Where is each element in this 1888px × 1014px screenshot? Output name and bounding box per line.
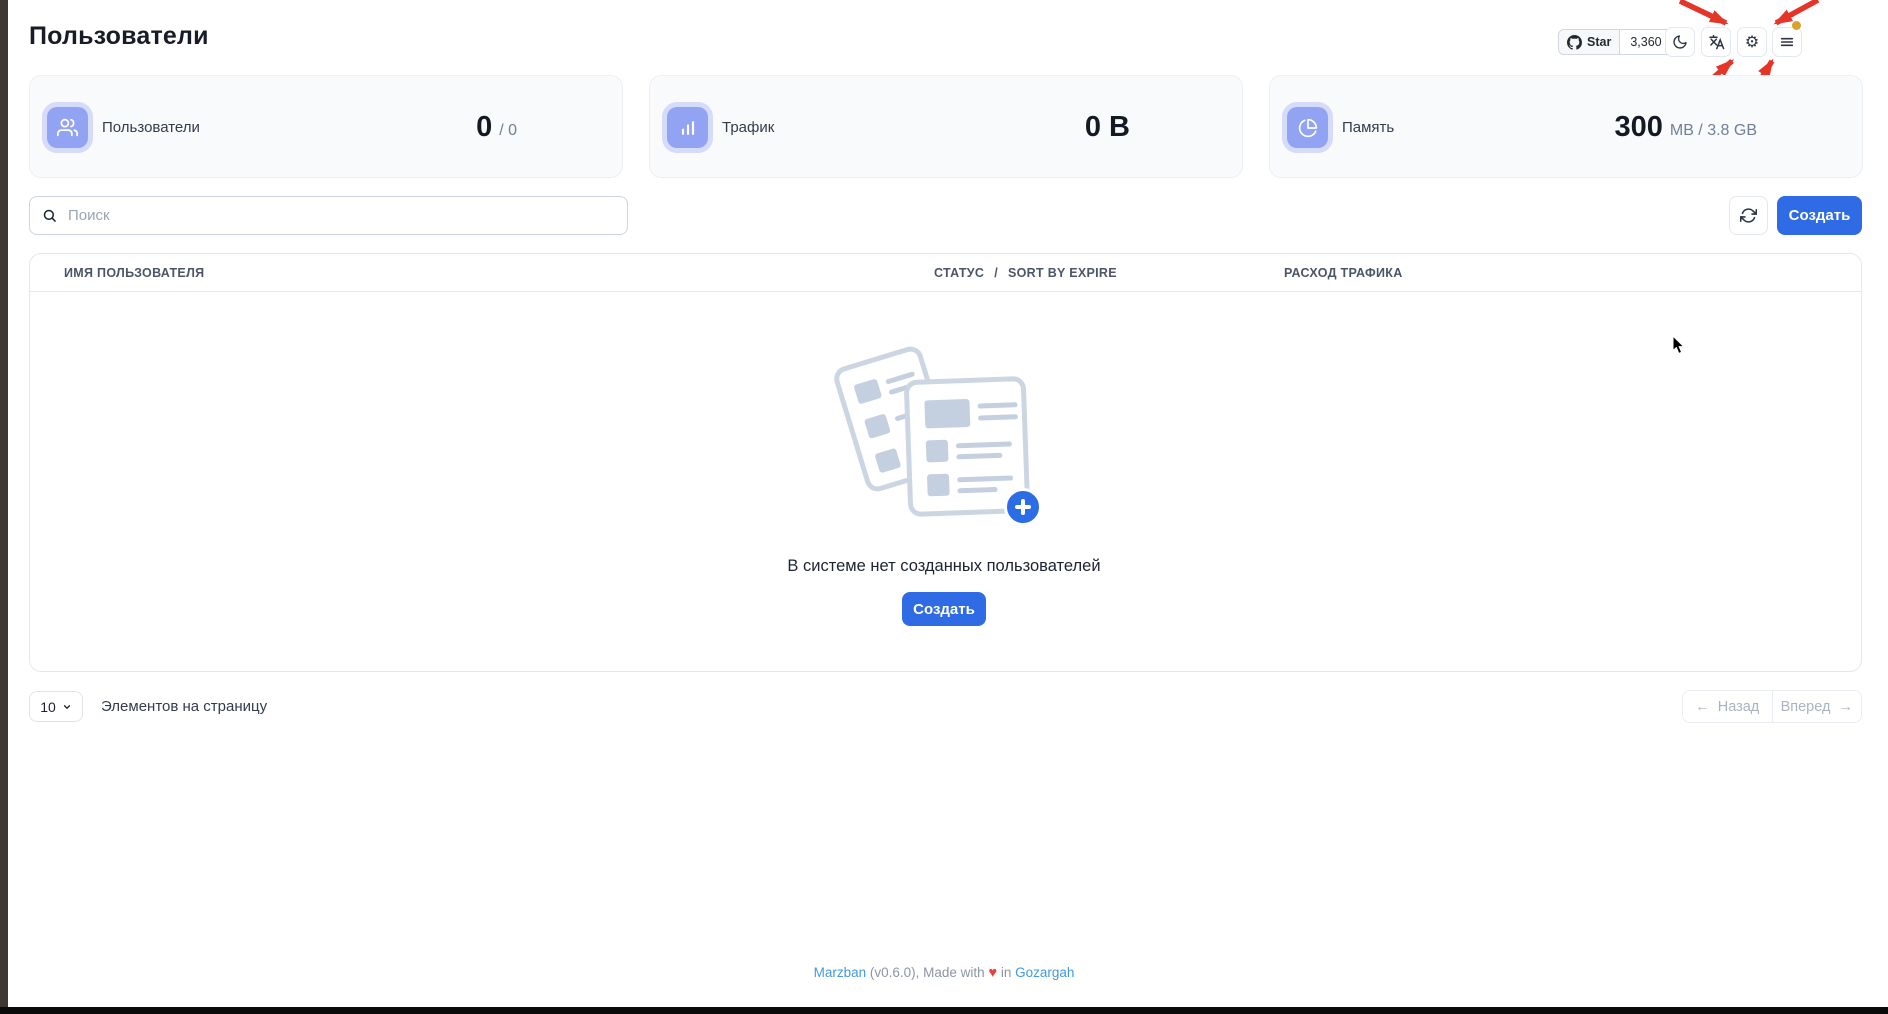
- empty-state-message: В системе нет созданных пользователей: [0, 557, 1888, 576]
- taskbar-strip: [0, 1007, 1888, 1014]
- footer-in-text: in: [997, 965, 1015, 980]
- window-edge-strip: [0, 0, 8, 1014]
- github-star-button[interactable]: Star: [1559, 30, 1620, 54]
- footer-text: (v0.6.0), Made with: [866, 965, 988, 980]
- column-header-separator: /: [994, 266, 998, 280]
- stat-card-users: Пользователи 0 / 0: [29, 75, 623, 178]
- refresh-button[interactable]: [1729, 196, 1768, 235]
- sort-by-status[interactable]: СТАТУС: [934, 266, 984, 280]
- search-icon: [42, 208, 57, 223]
- users-icon: [47, 107, 88, 148]
- search-box[interactable]: [29, 196, 628, 235]
- marzban-users-page: Пользователи Star 3,360 ⚙: [0, 0, 1888, 1014]
- page-size-label: Элементов на страницу: [101, 698, 267, 715]
- stat-label: Пользователи: [102, 76, 200, 179]
- stat-value: 0 B: [1085, 76, 1137, 179]
- dark-mode-button[interactable]: [1665, 27, 1695, 57]
- traffic-icon: [667, 107, 708, 148]
- language-button[interactable]: [1701, 27, 1731, 57]
- github-star-widget[interactable]: Star 3,360: [1558, 29, 1673, 55]
- gozargah-link[interactable]: Gozargah: [1015, 965, 1074, 980]
- chevron-down-icon: [62, 702, 72, 712]
- stat-value-suffix: MB / 3.8 GB: [1670, 116, 1757, 140]
- stat-value-main: 300: [1614, 111, 1662, 144]
- refresh-icon: [1740, 207, 1757, 224]
- create-button[interactable]: Создать: [1777, 196, 1862, 235]
- search-input[interactable]: [66, 206, 615, 225]
- column-header-status: СТАТУС / SORT BY EXPIRE: [934, 254, 1117, 292]
- annotation-arrow-top-right: [1776, 0, 1818, 23]
- empty-state-illustration: [840, 348, 1048, 530]
- sort-by-expire[interactable]: SORT BY EXPIRE: [1008, 266, 1117, 280]
- page-size-value: 10: [40, 699, 56, 715]
- column-header-username[interactable]: ИМЯ ПОЛЬЗОВАТЕЛЯ: [64, 254, 204, 292]
- footer: Marzban (v0.6.0), Made with ♥ in Gozarga…: [0, 965, 1888, 981]
- pagination-nav: ← Назад Вперед →: [1682, 690, 1862, 723]
- column-header-traffic[interactable]: РАСХОД ТРАФИКА: [1284, 254, 1403, 292]
- stat-value: 0 / 0: [476, 76, 517, 179]
- annotation-arrow-top-left: [1680, 1, 1726, 23]
- translate-icon: [1708, 34, 1725, 51]
- stat-card-memory: Память 300 MB / 3.8 GB: [1269, 75, 1863, 178]
- empty-state-create-button[interactable]: Создать: [902, 592, 986, 626]
- table-header-row: ИМЯ ПОЛЬЗОВАТЕЛЯ СТАТУС / SORT BY EXPIRE…: [30, 254, 1861, 292]
- next-page-label: Вперед: [1781, 699, 1831, 715]
- stat-label: Трафик: [722, 76, 774, 179]
- arrow-right-icon: →: [1838, 699, 1853, 715]
- stat-value: 300 MB / 3.8 GB: [1614, 76, 1757, 179]
- heart-icon: ♥: [988, 965, 997, 981]
- mouse-cursor: [1672, 336, 1686, 355]
- marzban-link[interactable]: Marzban: [814, 965, 867, 980]
- page-size-select[interactable]: 10: [29, 691, 83, 722]
- stat-value-suffix: / 0: [499, 116, 517, 140]
- prev-page-button[interactable]: ← Назад: [1683, 691, 1773, 722]
- moon-icon: [1672, 34, 1688, 50]
- memory-icon: [1287, 107, 1328, 148]
- next-page-button[interactable]: Вперед →: [1773, 691, 1862, 722]
- stat-value-main: 0 B: [1085, 111, 1130, 144]
- stat-label: Память: [1342, 76, 1394, 179]
- github-star-count[interactable]: 3,360: [1620, 30, 1671, 54]
- github-star-label: Star: [1587, 35, 1611, 49]
- settings-button[interactable]: ⚙: [1737, 27, 1767, 57]
- hamburger-icon: [1779, 34, 1795, 50]
- github-logo-icon: [1567, 35, 1582, 50]
- page-title: Пользователи: [29, 22, 209, 51]
- prev-page-label: Назад: [1718, 699, 1760, 715]
- notification-dot: [1792, 21, 1801, 30]
- add-user-plus-icon: [1004, 488, 1042, 526]
- arrow-left-icon: ←: [1695, 699, 1710, 715]
- gear-icon: ⚙: [1745, 34, 1759, 50]
- stat-card-traffic: Трафик 0 B: [649, 75, 1243, 178]
- stat-value-main: 0: [476, 111, 492, 144]
- menu-button[interactable]: [1772, 27, 1802, 57]
